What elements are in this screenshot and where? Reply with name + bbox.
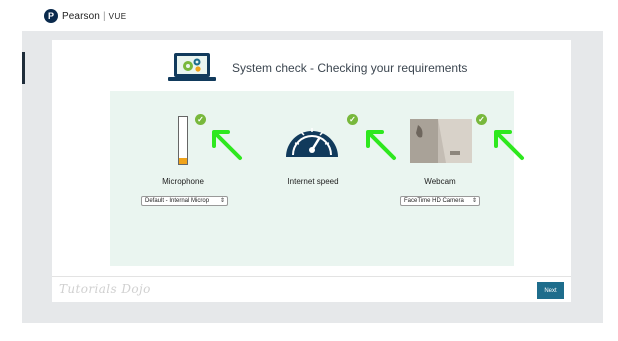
webcam-select[interactable]: FaceTime HD Camera ⇕ [400,196,480,206]
webcam-check-icon: ✓ [476,114,487,125]
laptop-gears-icon [168,53,216,81]
select-chevron-icon: ⇕ [219,198,225,204]
microphone-label: Microphone [162,177,204,186]
internet-speed-check-icon: ✓ [347,114,358,125]
microphone-select-value: Default - Internal Microp [145,198,210,204]
footer-divider [52,276,571,277]
select-chevron-icon: ⇕ [471,198,477,204]
pearson-vue-logo: P Pearson | VUE [44,9,127,23]
brand-product: VUE [108,11,127,21]
speedometer-icon [286,128,338,157]
microphone-level-meter [178,116,188,165]
left-edge-tab [22,52,25,84]
page-title: System check - Checking your requirement… [232,61,468,75]
annotation-arrow-icon [494,130,524,160]
webcam-preview-image [410,119,472,163]
microphone-level-fill [179,158,187,164]
pearson-logo-icon: P [44,9,58,23]
next-button[interactable]: Next [537,282,564,299]
webcam-select-value: FaceTime HD Camera [404,198,464,204]
internet-speed-label: Internet speed [287,177,339,186]
annotation-arrow-icon [366,130,396,160]
watermark: Tutorials Dojo [59,282,151,296]
webcam-preview [410,119,472,163]
webcam-label: Webcam [424,177,456,186]
microphone-select[interactable]: Default - Internal Microp ⇕ [141,196,228,206]
logo-text: Pearson | VUE [62,10,127,22]
microphone-check-icon: ✓ [195,114,206,125]
top-bar: P Pearson | VUE [0,0,618,32]
brand-name: Pearson [62,10,100,22]
annotation-arrow-icon [212,130,242,160]
